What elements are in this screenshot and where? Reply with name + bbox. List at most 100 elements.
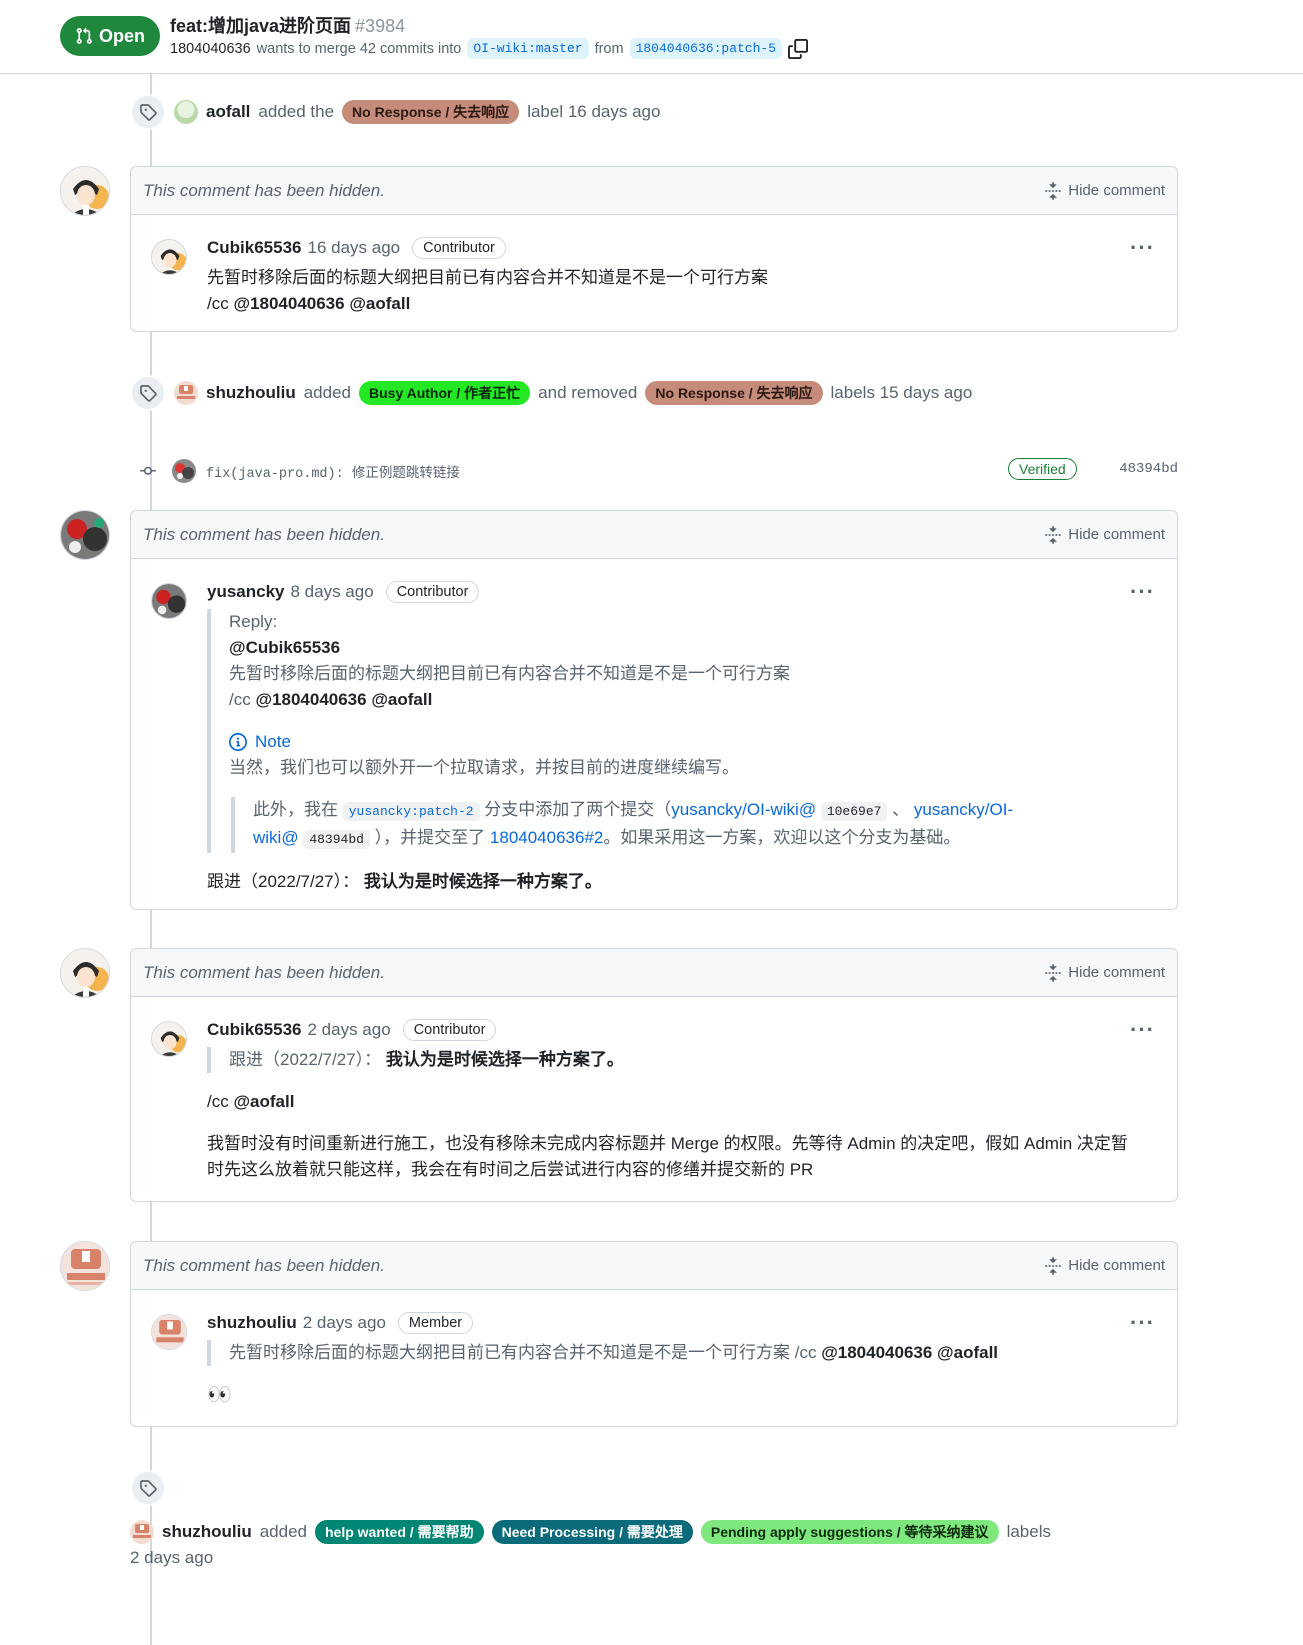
base-branch[interactable]: OI-wiki:master xyxy=(467,38,589,59)
pr-status-badge: Open xyxy=(60,16,160,56)
event-verb: added xyxy=(259,1522,307,1541)
verified-badge[interactable]: Verified xyxy=(1008,458,1077,480)
quoted-text: 先暂时移除后面的标题大纲把目前已有内容合并不知道是不是一个可行方案 /cc @1… xyxy=(207,1340,1157,1366)
hide-comment-button[interactable]: Hide comment xyxy=(1044,1256,1165,1275)
mentions[interactable]: @aofall xyxy=(233,1092,294,1111)
comment-body: shuzhouliu 2 days ago Member ··· 先暂时移除后面… xyxy=(131,1290,1177,1428)
more-options-icon[interactable]: ··· xyxy=(1130,1017,1155,1043)
hide-comment-button[interactable]: Hide comment xyxy=(1044,181,1165,200)
avatar[interactable] xyxy=(60,510,110,560)
avatar[interactable] xyxy=(130,1520,154,1544)
hide-comment-button[interactable]: Hide comment xyxy=(1044,525,1165,544)
role-badge: Member xyxy=(397,1312,474,1334)
label-busy-author[interactable]: Busy Author / 作者正忙 xyxy=(359,381,531,405)
pr-author-link[interactable]: 1804040636 xyxy=(170,41,251,57)
comment-header: Cubik65536 16 days ago Contributor xyxy=(207,237,1157,259)
hidden-notice: This comment has been hidden. xyxy=(143,180,385,200)
copy-icon[interactable] xyxy=(788,38,809,59)
reply-quote: Reply: @Cubik65536 先暂时移除后面的标题大纲把目前已有内容合并… xyxy=(207,609,1157,853)
event-actor[interactable]: shuzhouliu xyxy=(162,1522,252,1542)
comment-body: Cubik65536 16 days ago Contributor ··· 先… xyxy=(131,215,1177,337)
label-pending-suggestions[interactable]: Pending apply suggestions / 等待采纳建议 xyxy=(700,1520,999,1544)
tag-icon xyxy=(130,94,166,130)
inner-text: 、 xyxy=(892,800,910,819)
comment-time[interactable]: 16 days ago xyxy=(308,238,401,258)
label-need-processing[interactable]: Need Processing / 需要处理 xyxy=(491,1520,693,1544)
followup-prefix: 跟进（2022/7/27）： xyxy=(207,872,360,891)
comment-time[interactable]: 2 days ago xyxy=(308,1020,391,1040)
comment-header: yusancky 8 days ago Contributor xyxy=(207,581,1157,603)
hide-comment-label: Hide comment xyxy=(1068,526,1165,543)
comment-box: This comment has been hidden. Hide comme… xyxy=(130,1241,1178,1427)
inner-quote-line2: wiki@ 48394bd ），并提交至了 1804040636#2。如果采用这… xyxy=(253,825,1157,853)
commit-message[interactable]: fix(java-pro.md): 修正例题跳转链接 xyxy=(206,461,460,482)
commit-sha[interactable]: 48394bd xyxy=(1119,461,1178,477)
role-badge: Contributor xyxy=(385,581,480,603)
avatar[interactable] xyxy=(60,948,110,998)
avatar[interactable] xyxy=(174,381,198,405)
comment-author[interactable]: yusancky xyxy=(207,582,285,602)
mentions[interactable]: @1804040636 @aofall xyxy=(255,690,432,709)
comment-author[interactable]: Cubik65536 xyxy=(207,1020,302,1040)
followup-quote: 跟进（2022/7/27）： 我认为是时候选择一种方案了。 xyxy=(207,1047,1157,1073)
sha-code[interactable]: 10e69e7 xyxy=(820,802,888,821)
sha-code[interactable]: 48394bd xyxy=(303,830,370,849)
hide-comment-button[interactable]: Hide comment xyxy=(1044,963,1165,982)
pr-title: feat:增加java进阶页面 #3984 xyxy=(170,12,405,38)
pr-link[interactable]: 1804040636#2 xyxy=(490,828,603,847)
avatar[interactable] xyxy=(151,1314,187,1350)
comment-box: This comment has been hidden. Hide comme… xyxy=(130,510,1178,910)
hide-comment-label: Hide comment xyxy=(1068,964,1165,981)
followup-bold: 我认为是时候选择一种方案了。 xyxy=(363,872,602,891)
comment-paragraph: 我暂时没有时间重新进行施工，也没有移除未完成内容标题并 Merge 的权限。先等… xyxy=(207,1131,1157,1183)
avatar[interactable] xyxy=(60,166,110,216)
avatar[interactable] xyxy=(151,1021,187,1057)
label-event: aofall added the No Response / 失去响应 labe… xyxy=(130,94,660,130)
more-options-icon[interactable]: ··· xyxy=(1130,1310,1155,1336)
comment-time[interactable]: 8 days ago xyxy=(291,582,374,602)
hidden-notice: This comment has been hidden. xyxy=(143,962,385,982)
hide-comment-label: Hide comment xyxy=(1068,1257,1165,1274)
avatar[interactable] xyxy=(172,459,196,483)
comment-author[interactable]: shuzhouliu xyxy=(207,1313,297,1333)
pull-request-icon xyxy=(76,27,92,44)
avatar[interactable] xyxy=(60,1241,110,1291)
commit-link[interactable]: yusancky/OI- xyxy=(914,800,1013,819)
avatar[interactable] xyxy=(151,583,187,619)
fold-icon xyxy=(1045,963,1062,982)
mentions[interactable]: @1804040636 @aofall xyxy=(821,1343,998,1362)
label-no-response[interactable]: No Response / 失去响应 xyxy=(342,100,520,124)
from-text: from xyxy=(594,40,624,57)
tag-icon xyxy=(130,1470,166,1506)
branch-code[interactable]: yusancky:patch-2 xyxy=(342,802,480,821)
event-suffix: labels 15 days ago xyxy=(830,383,973,402)
comment-body: Cubik65536 2 days ago Contributor ··· 跟进… xyxy=(131,997,1177,1203)
reply-label: Reply: xyxy=(229,612,278,631)
paragraph-line: 时先这么放着就只能这样，我会在有时间之后尝试进行内容的修缮并提交新的 PR xyxy=(207,1160,814,1179)
more-options-icon[interactable]: ··· xyxy=(1130,579,1155,605)
commit-link[interactable]: wiki@ xyxy=(253,828,299,847)
comment-time[interactable]: 2 days ago xyxy=(303,1313,386,1333)
more-options-icon[interactable]: ··· xyxy=(1130,235,1155,261)
head-branch[interactable]: 1804040636:patch-5 xyxy=(629,38,783,59)
event-middle: and removed xyxy=(538,383,638,402)
inner-quote-line1: 此外，我在 yusancky:patch-2 分支中添加了两个提交（yusanc… xyxy=(253,797,1157,825)
event-actor[interactable]: shuzhouliu xyxy=(206,383,296,403)
pr-status-label: Open xyxy=(98,25,145,46)
comment-author[interactable]: Cubik65536 xyxy=(207,238,302,258)
label-help-wanted[interactable]: help wanted / 需要帮助 xyxy=(315,1520,484,1544)
label-no-response[interactable]: No Response / 失去响应 xyxy=(645,381,823,405)
paragraph-line: 我暂时没有时间重新进行施工，也没有移除未完成内容标题并 Merge 的权限。先等… xyxy=(207,1134,1128,1153)
followup-line: 跟进（2022/7/27）： 我认为是时候选择一种方案了。 xyxy=(207,869,1157,895)
avatar[interactable] xyxy=(151,239,187,275)
inner-text: 此外，我在 xyxy=(253,800,338,819)
event-time[interactable]: 2 days ago xyxy=(130,1548,1051,1568)
reply-mention[interactable]: @Cubik65536 xyxy=(229,635,1157,661)
event-actor[interactable]: aofall xyxy=(206,102,250,122)
comment-line: /cc @1804040636 @aofall xyxy=(207,291,1157,317)
note-text: 当然，我们也可以额外开一个拉取请求，并按目前的进度继续编写。 xyxy=(229,758,739,777)
commit-link[interactable]: yusancky/OI-wiki@ xyxy=(671,800,816,819)
mentions[interactable]: @1804040636 @aofall xyxy=(233,294,410,313)
event-suffix: labels xyxy=(1006,1522,1051,1541)
avatar[interactable] xyxy=(174,100,198,124)
